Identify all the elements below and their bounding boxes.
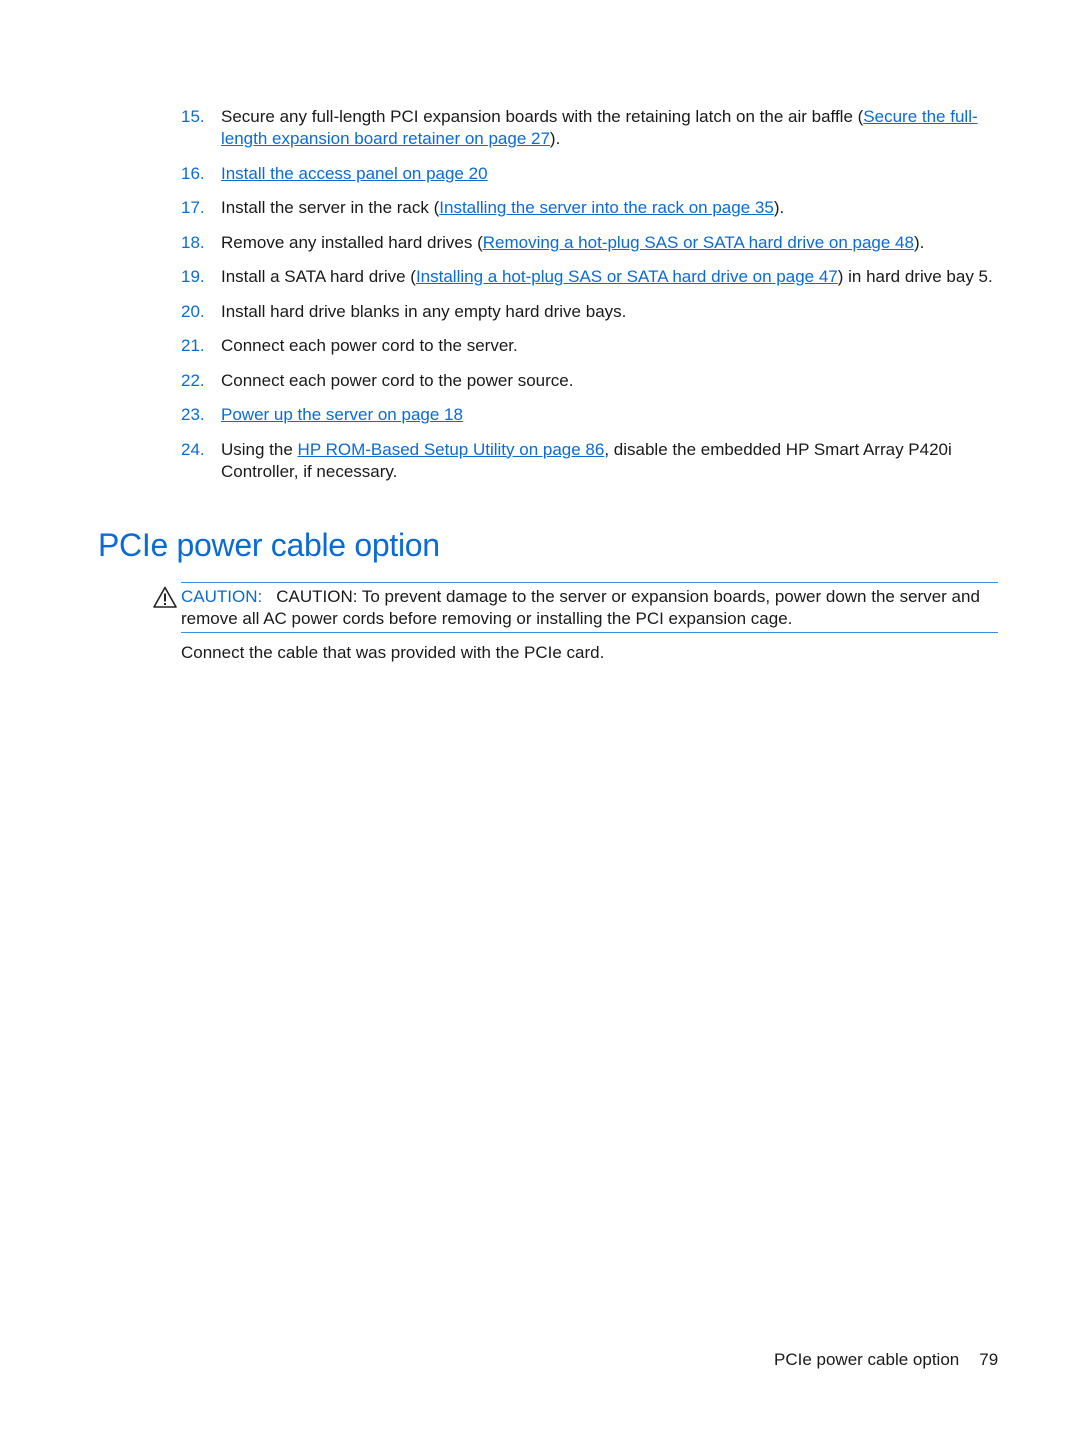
step-item: 18. Remove any installed hard drives (Rem…	[181, 232, 1011, 254]
step-text: Install hard drive blanks in any empty h…	[221, 301, 627, 321]
step-link[interactable]: Power up the server on page 18	[221, 405, 463, 424]
section-heading: PCIe power cable option	[98, 527, 440, 563]
step-link[interactable]: Install the access panel on page 20	[221, 164, 488, 183]
step-link[interactable]: Removing a hot-plug SAS or SATA hard dri…	[483, 233, 914, 252]
step-item: 15. Secure any full-length PCI expansion …	[181, 106, 1011, 150]
step-text: Install the server in the rack (	[221, 198, 440, 217]
step-item: 22. Connect each power cord to the power …	[181, 370, 1011, 392]
numbered-steps-list: 15. Secure any full-length PCI expansion …	[181, 106, 1011, 495]
step-number: 15.	[181, 107, 205, 126]
step-number: 19.	[181, 267, 205, 286]
step-number: 23.	[181, 405, 205, 424]
step-text: ).	[773, 198, 785, 217]
step-number: 21.	[181, 336, 205, 355]
page-footer: PCIe power cable option 79	[774, 1349, 998, 1371]
step-text: Connect each power cord to the power sou…	[221, 370, 574, 390]
step-link[interactable]: Installing a hot-plug SAS or SATA hard d…	[416, 267, 838, 286]
step-text: Secure any full-length PCI expansion boa…	[221, 107, 864, 126]
step-number: 22.	[181, 370, 205, 390]
step-item: 24. Using the HP ROM-Based Setup Utility …	[181, 439, 1011, 483]
step-link[interactable]: Installing the server into the rack on p…	[439, 198, 774, 217]
step-text: Using the	[221, 439, 298, 459]
page-number: 79	[979, 1350, 999, 1369]
step-item: 19. Install a SATA hard drive (Installing…	[181, 266, 1011, 288]
step-text: ).	[549, 129, 561, 148]
step-text: Remove any installed hard drives (	[221, 232, 483, 252]
step-item: 20. Install hard drive blanks in any empt…	[181, 301, 1011, 323]
step-text: ).	[913, 232, 925, 252]
step-text: Connect each power cord to the server.	[221, 336, 518, 355]
step-number: 17.	[181, 198, 205, 217]
step-number: 16.	[181, 163, 205, 183]
warning-triangle-icon	[153, 586, 177, 608]
step-number: 20.	[181, 301, 205, 321]
step-text: Install a SATA hard drive (	[221, 267, 416, 286]
footer-title: PCIe power cable option	[774, 1350, 960, 1369]
step-number: 24.	[181, 439, 205, 459]
step-item: 16. Install the access panel on page 20	[181, 163, 1011, 185]
caution-box: CAUTION: CAUTION: To prevent damage to th…	[153, 582, 998, 633]
step-item: 17. Install the server in the rack (Insta…	[181, 197, 1011, 219]
step-text: ) in hard drive bay 5.	[837, 267, 993, 286]
body-paragraph: Connect the cable that was provided with…	[181, 643, 605, 662]
step-number: 18.	[181, 232, 205, 252]
caution-text: CAUTION: To prevent damage to the server…	[181, 587, 980, 628]
step-link[interactable]: HP ROM-Based Setup Utility on page 86	[298, 440, 605, 459]
step-item: 23. Power up the server on page 18	[181, 404, 1011, 426]
caution-label: CAUTION:	[181, 587, 263, 606]
step-item: 21. Connect each power cord to the server…	[181, 335, 1011, 357]
